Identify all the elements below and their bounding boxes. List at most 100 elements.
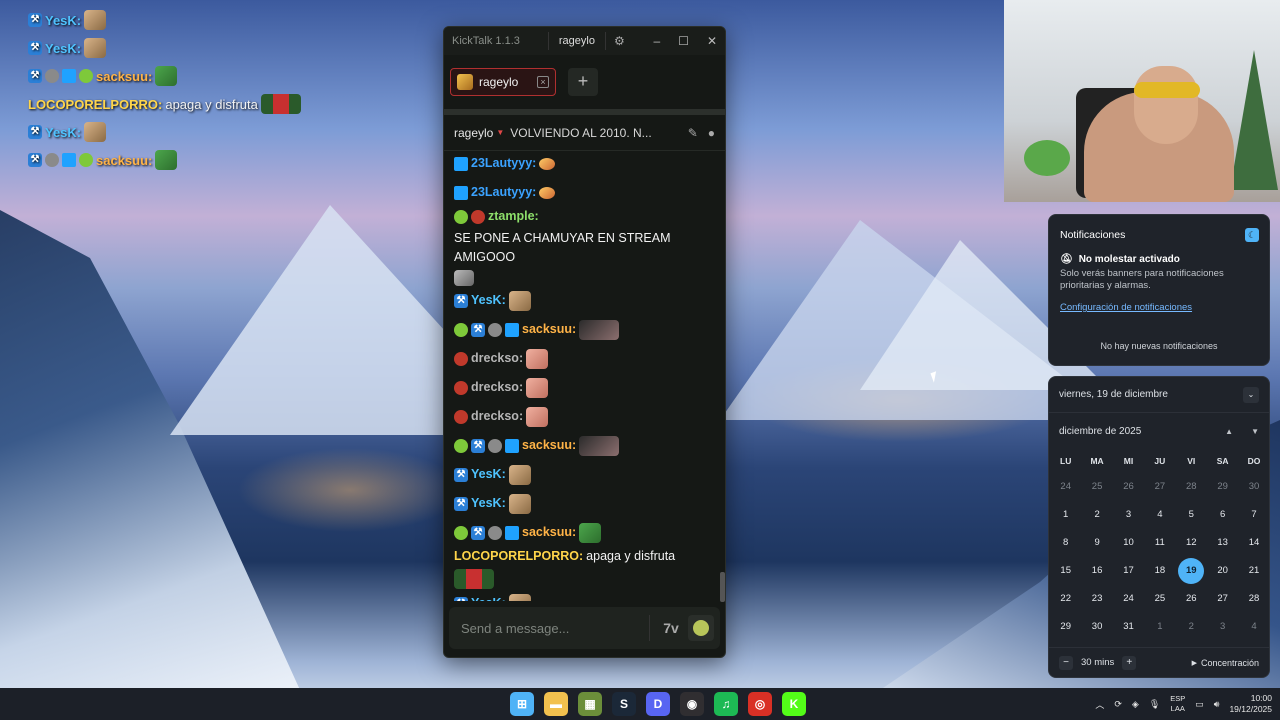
calendar-day[interactable]: 22 <box>1050 585 1081 613</box>
seventv-emote-button[interactable]: 7v <box>658 615 684 641</box>
calendar-day[interactable]: 29 <box>1207 473 1238 501</box>
chat-username[interactable]: sacksuu: <box>522 436 576 455</box>
calendar-day[interactable]: 21 <box>1238 557 1269 585</box>
tab-rageylo[interactable]: rageylo × <box>450 68 556 96</box>
calendar-day[interactable]: 17 <box>1113 557 1144 585</box>
add-tab-button[interactable]: + <box>568 68 598 96</box>
calendar-day[interactable]: 4 <box>1238 613 1269 641</box>
decrease-focus-button[interactable]: − <box>1059 655 1073 670</box>
moderator-badge-icon <box>45 153 59 167</box>
steam-icon[interactable]: S <box>612 692 636 716</box>
calendar-day[interactable]: 30 <box>1081 613 1112 641</box>
chat-username[interactable]: LOCOPORELPORRO: <box>454 547 583 566</box>
network-icon[interactable]: ◈ <box>1132 699 1139 710</box>
calendar-day[interactable]: 23 <box>1081 585 1112 613</box>
calendar-day[interactable]: 25 <box>1144 585 1175 613</box>
calendar-day[interactable]: 9 <box>1081 529 1112 557</box>
month-label[interactable]: diciembre de 2025 <box>1059 426 1141 437</box>
calendar-day[interactable]: 1 <box>1050 501 1081 529</box>
kick-icon[interactable]: K <box>782 692 806 716</box>
calendar-day[interactable]: 26 <box>1176 585 1207 613</box>
discord-icon[interactable]: D <box>646 692 670 716</box>
weekday-header: MA <box>1090 456 1104 466</box>
calendar-day[interactable]: 30 <box>1238 473 1269 501</box>
pin-icon[interactable]: ✎ <box>688 126 698 140</box>
calendar-day[interactable]: 8 <box>1050 529 1081 557</box>
calendar-day[interactable]: 11 <box>1144 529 1175 557</box>
previous-month-icon[interactable]: ▲ <box>1225 427 1233 436</box>
chat-username[interactable]: sacksuu: <box>522 523 576 542</box>
calendar-day[interactable]: 27 <box>1144 473 1175 501</box>
calendar-day[interactable]: 27 <box>1207 585 1238 613</box>
chat-username[interactable]: 23Lautyyy: <box>471 183 536 202</box>
clock[interactable]: 10:00 19/12/2025 <box>1229 693 1272 715</box>
start-focus-button[interactable]: Concentración <box>1192 658 1259 668</box>
calendar-day[interactable]: 10 <box>1113 529 1144 557</box>
calendar-day[interactable]: 15 <box>1050 557 1081 585</box>
spotify-icon[interactable]: ♫ <box>714 692 738 716</box>
calendar-day[interactable]: 29 <box>1050 613 1081 641</box>
calendar-day[interactable]: 24 <box>1050 473 1081 501</box>
do-not-disturb-toggle[interactable]: ☾ <box>1245 228 1259 242</box>
sync-icon[interactable]: ⟳ <box>1114 699 1122 710</box>
calendar-day[interactable]: 6 <box>1207 501 1238 529</box>
chat-username[interactable]: ztample: <box>488 207 539 226</box>
calendar-day[interactable]: 1 <box>1144 613 1175 641</box>
calendar-day[interactable]: 25 <box>1081 473 1112 501</box>
calendar-day[interactable]: 16 <box>1081 557 1112 585</box>
scrollbar[interactable] <box>720 572 725 602</box>
emote-picker-button[interactable] <box>688 615 714 641</box>
close-icon[interactable]: ✕ <box>707 34 717 48</box>
next-month-icon[interactable]: ▼ <box>1251 427 1259 436</box>
start-icon[interactable]: ⊞ <box>510 692 534 716</box>
notification-settings-link[interactable]: Configuración de notificaciones <box>1049 292 1269 313</box>
calendar-day[interactable]: 3 <box>1113 501 1144 529</box>
user-menu[interactable]: rageylo <box>547 32 606 50</box>
calendar-day[interactable]: 31 <box>1113 613 1144 641</box>
calendar-day[interactable]: 18 <box>1144 557 1175 585</box>
calendar-day[interactable]: 24 <box>1113 585 1144 613</box>
chat-username[interactable]: sacksuu: <box>522 320 576 339</box>
chat-username[interactable]: YesK: <box>471 494 506 513</box>
calendar-day[interactable]: 5 <box>1176 501 1207 529</box>
calendar-day[interactable]: 2 <box>1176 613 1207 641</box>
chat-username[interactable]: YesK: <box>471 291 506 310</box>
calendar-day[interactable]: 28 <box>1176 473 1207 501</box>
calendar-day[interactable]: 12 <box>1176 529 1207 557</box>
minecraft-icon[interactable]: ▦ <box>578 692 602 716</box>
collapse-calendar-icon[interactable]: ⌄ <box>1243 386 1259 403</box>
maximize-icon[interactable]: ☐ <box>678 34 689 48</box>
input-language[interactable]: ESP LAA <box>1170 694 1185 714</box>
calendar-day[interactable]: 13 <box>1207 529 1238 557</box>
message-input[interactable] <box>461 620 641 636</box>
chat-username[interactable]: 23Lautyyy: <box>471 154 536 173</box>
display-icon[interactable]: ▭ <box>1195 699 1204 710</box>
calendar-day[interactable]: 4 <box>1144 501 1175 529</box>
obs-icon[interactable]: ◉ <box>680 692 704 716</box>
chat-username[interactable]: dreckso: <box>471 349 523 368</box>
chat-username[interactable]: YesK: <box>471 465 506 484</box>
calendar-day[interactable]: 7 <box>1238 501 1269 529</box>
chat-username[interactable]: dreckso: <box>471 378 523 397</box>
chrome-icon[interactable]: ◎ <box>748 692 772 716</box>
chat-username[interactable]: dreckso: <box>471 407 523 426</box>
close-tab-icon[interactable]: × <box>537 76 549 88</box>
calendar-day[interactable]: 28 <box>1238 585 1269 613</box>
file-explorer-icon[interactable]: ▬ <box>544 692 568 716</box>
chat-messages[interactable]: 23Lautyyy: 23Lautyyy: ztample: SE PONE A CH… <box>444 147 725 601</box>
chat-username[interactable]: YesK: <box>471 594 506 601</box>
calendar-day[interactable]: 2 <box>1081 501 1112 529</box>
minimize-icon[interactable]: – <box>653 34 660 48</box>
calendar-day[interactable]: 3 <box>1207 613 1238 641</box>
microphone-icon[interactable]: 🎙︎ <box>1149 699 1160 710</box>
calendar-day[interactable]: 14 <box>1238 529 1269 557</box>
user-icon[interactable]: ● <box>708 126 715 140</box>
volume-icon[interactable]: 🔊︎ <box>1214 699 1220 710</box>
settings-gear-icon[interactable]: ⚙ <box>614 34 625 48</box>
calendar-day[interactable]: 20 <box>1207 557 1238 585</box>
increase-focus-button[interactable]: + <box>1122 655 1137 670</box>
calendar-day[interactable]: 26 <box>1113 473 1144 501</box>
calendar-day-today[interactable]: 19 <box>1176 557 1207 585</box>
channel-name[interactable]: rageylo <box>454 126 493 140</box>
show-hidden-icons-icon[interactable]: ︿ <box>1095 698 1104 711</box>
